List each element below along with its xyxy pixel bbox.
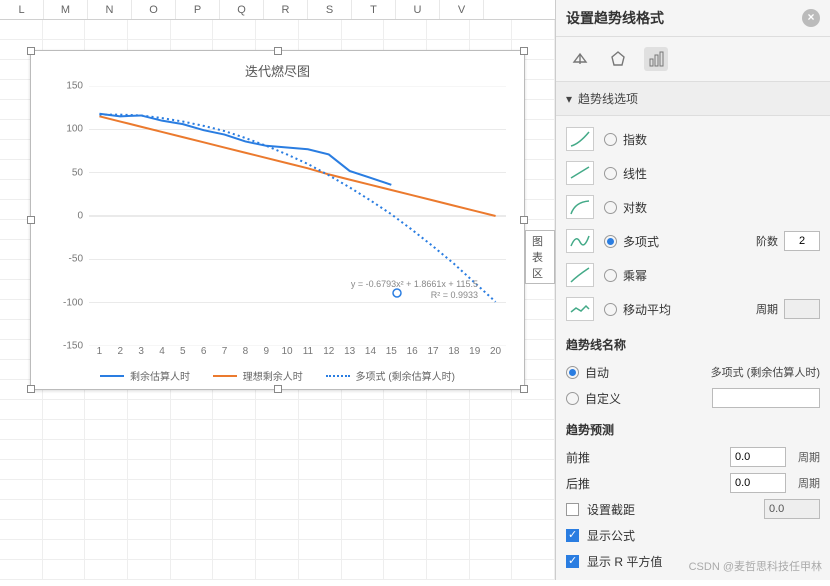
x-axis-ticks: 1234567891011121314151617181920 — [89, 346, 506, 362]
resize-handle[interactable] — [274, 47, 282, 55]
order-label: 阶数 — [756, 233, 778, 249]
resize-handle[interactable] — [27, 216, 35, 224]
forward-input[interactable] — [730, 447, 786, 467]
chevron-down-icon: ▾ — [566, 92, 572, 106]
resize-handle[interactable] — [27, 385, 35, 393]
resize-handle[interactable] — [520, 47, 528, 55]
exponential-thumb-icon — [566, 127, 594, 151]
trendline-type-moving-average[interactable]: 移动平均 — [604, 301, 746, 318]
plot-area[interactable]: 150100500-50-100-150 1234567891011121314… — [49, 86, 506, 346]
resize-handle[interactable] — [27, 47, 35, 55]
show-equation-label: 显示公式 — [587, 527, 635, 544]
format-tabs — [556, 37, 830, 82]
trendline-type-logarithmic[interactable]: 对数 — [604, 199, 820, 216]
trendline-type-linear[interactable]: 线性 — [604, 165, 820, 182]
trendline-type-polynomial[interactable]: 多项式 — [604, 233, 746, 250]
auto-name-value: 多项式 (剩余估算人时) — [711, 364, 820, 380]
chart-title[interactable]: 迭代燃尽图 — [49, 61, 506, 80]
moving-average-thumb-icon — [566, 297, 594, 321]
forward-label: 前推 — [566, 449, 590, 466]
trendline-type-exponential[interactable]: 指数 — [604, 131, 820, 148]
intercept-input — [764, 499, 820, 519]
forward-unit: 周期 — [798, 449, 820, 465]
name-auto-radio[interactable]: 自动 — [566, 364, 609, 381]
embedded-chart[interactable]: 迭代燃尽图 150100500-50-100-150 1234567891011… — [30, 50, 525, 390]
resize-handle[interactable] — [274, 385, 282, 393]
power-thumb-icon — [566, 263, 594, 287]
effects-tab-icon[interactable] — [606, 47, 630, 71]
logarithmic-thumb-icon — [566, 195, 594, 219]
trendline-name-header: 趋势线名称 — [566, 336, 820, 353]
show-rsq-label: 显示 R 平方值 — [587, 553, 662, 570]
trendline-options-tab-icon[interactable] — [644, 47, 668, 71]
custom-name-input[interactable] — [712, 388, 820, 408]
chart-legend[interactable]: 剩余估算人时 理想剩余人时 多项式 (剩余估算人时) — [49, 368, 506, 383]
format-trendline-panel: 设置趋势线格式 × ▾ 趋势线选项 指数 线性 对数 多项式 阶数 — [555, 0, 830, 580]
resize-handle[interactable] — [520, 216, 528, 224]
show-equation-checkbox[interactable] — [566, 529, 579, 542]
column-headers: LMNOPQRSTUV — [0, 0, 555, 20]
set-intercept-checkbox[interactable] — [566, 503, 579, 516]
y-axis-ticks: 150100500-50-100-150 — [49, 86, 87, 346]
show-rsq-checkbox[interactable] — [566, 555, 579, 568]
backward-input[interactable] — [730, 473, 786, 493]
backward-unit: 周期 — [798, 475, 820, 491]
forecast-header: 趋势预测 — [566, 421, 820, 438]
name-custom-radio[interactable]: 自定义 — [566, 390, 621, 407]
trendline-type-power[interactable]: 乘幂 — [604, 267, 820, 284]
set-intercept-label: 设置截距 — [587, 501, 635, 518]
trendline-options-section-header[interactable]: ▾ 趋势线选项 — [556, 82, 830, 116]
order-input[interactable] — [784, 231, 820, 251]
spreadsheet-area[interactable]: LMNOPQRSTUV 迭代燃尽图 150100500-50-100-150 1… — [0, 0, 555, 580]
panel-title: 设置趋势线格式 — [566, 8, 664, 28]
period-label: 周期 — [756, 301, 778, 317]
close-icon[interactable]: × — [802, 9, 820, 27]
trendline-equation: y = -0.6793x² + 1.8661x + 115.5 R² = 0.9… — [351, 279, 478, 302]
chart-area-tooltip: 图表区 — [525, 230, 555, 284]
polynomial-thumb-icon — [566, 229, 594, 253]
backward-label: 后推 — [566, 475, 590, 492]
linear-thumb-icon — [566, 161, 594, 185]
fill-line-tab-icon[interactable] — [568, 47, 592, 71]
period-input[interactable] — [784, 299, 820, 319]
resize-handle[interactable] — [520, 385, 528, 393]
